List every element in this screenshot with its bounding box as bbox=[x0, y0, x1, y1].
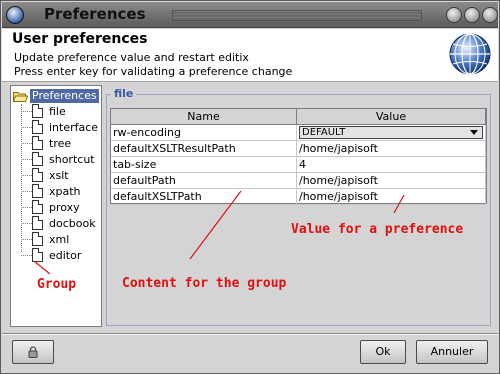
window-title: Preferences bbox=[44, 5, 146, 23]
pref-value[interactable]: /home/japisoft bbox=[297, 189, 486, 204]
tree-item-label: xslt bbox=[49, 168, 69, 182]
pref-name: rw-encoding bbox=[111, 125, 297, 140]
tree-item-label: xpath bbox=[49, 184, 81, 198]
header-instruction-2: Press enter key for validating a prefere… bbox=[14, 65, 293, 78]
bottom-separator bbox=[2, 333, 498, 334]
column-header-value[interactable]: Value bbox=[297, 109, 486, 124]
lock-icon bbox=[28, 346, 38, 358]
folder-open-icon bbox=[13, 91, 28, 102]
tree-item-label: xml bbox=[49, 232, 70, 246]
pref-name: defaultPath bbox=[111, 173, 297, 188]
annotation-group: Group bbox=[37, 277, 77, 292]
pref-value[interactable]: /home/japisoft bbox=[297, 173, 486, 188]
tree-item-xml[interactable]: xml bbox=[21, 231, 69, 247]
encoding-select[interactable]: DEFAULT bbox=[299, 126, 483, 139]
tree-item-label: proxy bbox=[49, 200, 80, 214]
lock-button[interactable] bbox=[12, 340, 54, 364]
tree-item-shortcut[interactable]: shortcut bbox=[21, 151, 95, 167]
minimize-button[interactable] bbox=[446, 7, 462, 23]
tree-item-interface[interactable]: interface bbox=[21, 119, 98, 135]
tree-item-label: tree bbox=[49, 136, 72, 150]
preferences-table: Name Value rw-encoding DEFAULT defaultXS… bbox=[110, 108, 487, 205]
table-row[interactable]: defaultPath /home/japisoft bbox=[111, 173, 486, 189]
table-row[interactable]: tab-size 4 bbox=[111, 157, 486, 173]
preferences-window: Preferences User preferences Update pref… bbox=[0, 0, 500, 374]
table-row[interactable]: rw-encoding DEFAULT bbox=[111, 125, 486, 141]
encoding-select-value: DEFAULT bbox=[302, 127, 346, 138]
dropdown-arrow-icon[interactable] bbox=[470, 130, 478, 135]
pref-value[interactable]: /home/japisoft bbox=[297, 141, 486, 156]
file-icon bbox=[32, 104, 43, 118]
preferences-header: User preferences Update preference value… bbox=[2, 29, 498, 82]
file-icon bbox=[32, 200, 43, 214]
pref-name: tab-size bbox=[111, 157, 297, 172]
pref-value[interactable]: 4 bbox=[297, 157, 486, 172]
title-grip bbox=[172, 10, 422, 21]
file-icon bbox=[32, 184, 43, 198]
pref-name: defaultXSLTPath bbox=[111, 189, 297, 204]
file-icon bbox=[32, 120, 43, 134]
ok-button[interactable]: Ok bbox=[360, 340, 406, 364]
header-instruction-1: Update preference value and restart edit… bbox=[14, 51, 249, 64]
tree-item-editor[interactable]: editor bbox=[21, 247, 81, 263]
annotation-value: Value for a preference bbox=[291, 222, 464, 237]
table-header: Name Value bbox=[111, 109, 486, 125]
file-icon bbox=[32, 168, 43, 182]
globe-icon bbox=[449, 33, 491, 75]
app-globe-icon bbox=[6, 6, 24, 24]
tree-item-tree[interactable]: tree bbox=[21, 135, 71, 151]
cancel-button[interactable]: Annuler bbox=[416, 340, 488, 364]
file-icon bbox=[32, 232, 43, 246]
tree-item-label: docbook bbox=[49, 216, 96, 230]
table-row[interactable]: defaultXSLTPath /home/japisoft bbox=[111, 189, 486, 205]
file-icon bbox=[32, 136, 43, 150]
header-title: User preferences bbox=[12, 31, 148, 47]
title-bar[interactable]: Preferences bbox=[2, 2, 498, 28]
file-icon bbox=[32, 216, 43, 230]
close-button[interactable] bbox=[482, 7, 498, 23]
file-icon bbox=[32, 152, 43, 166]
tree-root-preferences[interactable]: Preferences bbox=[13, 89, 99, 103]
group-title: file bbox=[111, 87, 137, 100]
file-icon bbox=[32, 248, 43, 262]
pref-value-cell: DEFAULT bbox=[297, 125, 486, 140]
tree-item-label: shortcut bbox=[49, 152, 95, 166]
tree-item-xpath[interactable]: xpath bbox=[21, 183, 81, 199]
tree-root-label: Preferences bbox=[30, 89, 99, 103]
tree-item-label: file bbox=[49, 104, 66, 118]
tree-item-label: interface bbox=[49, 120, 99, 134]
maximize-button[interactable] bbox=[464, 7, 480, 23]
pref-name: defaultXSLTResultPath bbox=[111, 141, 297, 156]
tree-item-label: editor bbox=[49, 248, 82, 262]
tree-item-xslt[interactable]: xslt bbox=[21, 167, 69, 183]
column-header-name[interactable]: Name bbox=[111, 109, 297, 124]
annotation-content: Content for the group bbox=[122, 276, 287, 291]
tree-item-docbook[interactable]: docbook bbox=[21, 215, 96, 231]
tree-item-file[interactable]: file bbox=[21, 103, 66, 119]
table-row[interactable]: defaultXSLTResultPath /home/japisoft bbox=[111, 141, 486, 157]
tree-item-proxy[interactable]: proxy bbox=[21, 199, 80, 215]
